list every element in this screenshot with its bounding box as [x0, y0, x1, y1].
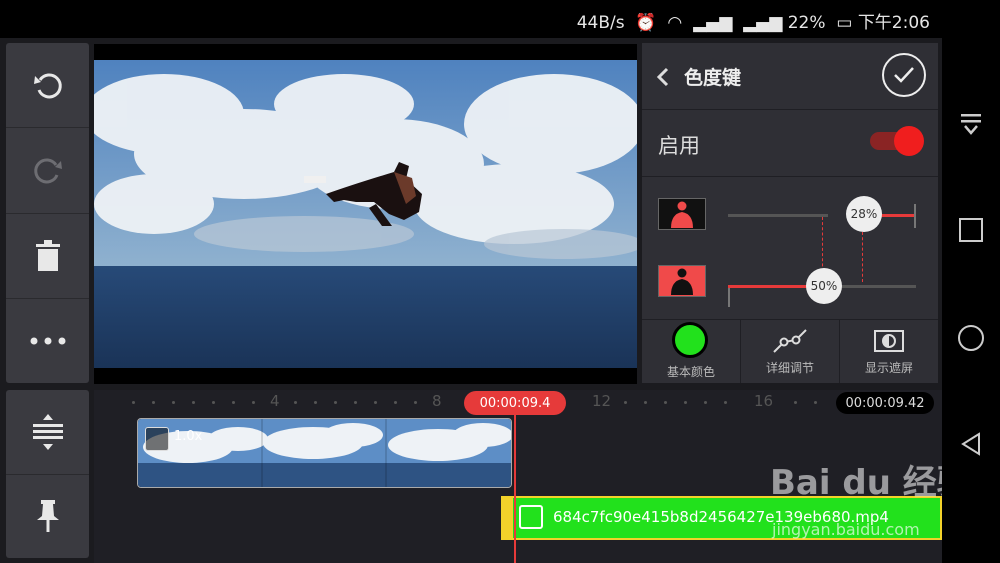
redo-icon [33, 158, 62, 184]
more-button[interactable] [6, 299, 89, 383]
circle-icon [958, 325, 984, 351]
tab-detail-adjust[interactable]: 详细调节 [741, 320, 840, 383]
wifi-icon: ◠ [662, 13, 683, 33]
slider-bottom-value: 50% [810, 279, 838, 293]
enable-toggle[interactable] [870, 126, 924, 156]
ruler-label-16: 16 [754, 392, 774, 410]
signal-icon: ▂▄▆ [687, 13, 733, 33]
slider-top-value: 28% [850, 207, 878, 221]
check-icon [894, 67, 914, 83]
video-clip-1[interactable]: 1.0x [137, 418, 512, 488]
expand-vertical-icon [32, 413, 63, 450]
playhead-time: 00:00:09.4 [464, 391, 566, 415]
tab-basic-color[interactable]: 基本颜色 [642, 320, 741, 383]
notification-pull-button[interactable] [942, 104, 1000, 144]
status-bar: 44B/s ⏰ ◠ ▂▄▆ ▂▄▆ 22% ▭ 下午2:06 [0, 0, 1000, 38]
panel-title: 色度键 [684, 67, 742, 89]
contrast-icon [874, 330, 904, 352]
film-icon-2 [519, 505, 543, 529]
back-chevron-icon[interactable] [656, 67, 670, 87]
slider-bottom-handle[interactable]: 50% [806, 268, 842, 304]
undo-icon [33, 73, 62, 99]
playhead[interactable] [514, 412, 516, 563]
delete-button[interactable] [6, 214, 89, 299]
enable-label: 启用 [658, 134, 700, 158]
color-circle-icon [672, 322, 708, 358]
home-button[interactable] [942, 318, 1000, 358]
battery-percent: 22% [787, 13, 826, 33]
toggle-knob [894, 126, 924, 156]
track-height-button[interactable] [6, 390, 89, 475]
back-button[interactable] [942, 424, 1000, 464]
more-icon [30, 337, 65, 345]
undo-button[interactable] [6, 43, 89, 129]
tab-show-mask[interactable]: 显示遮屏 [840, 320, 938, 383]
square-icon [959, 218, 983, 242]
triangle-back-icon [961, 432, 980, 456]
alarm-icon: ⏰ [630, 13, 657, 33]
battery-icon: ▭ [830, 13, 853, 33]
foreground-icon [658, 198, 706, 230]
pull-down-icon [961, 114, 981, 135]
trash-icon [35, 239, 60, 271]
ruler-label-4: 4 [270, 392, 280, 410]
panel-header: 色度键 [642, 43, 938, 108]
clip-speed: 1.0x [174, 429, 203, 444]
recents-button[interactable] [942, 210, 1000, 250]
signal-icon-2: ▂▄▆ [737, 13, 783, 33]
pin-icon [36, 500, 59, 533]
preview-frame [84, 44, 644, 384]
system-nav-bar [942, 38, 1000, 563]
watermark-url: jingyan.baidu.com [772, 520, 920, 539]
chroma-key-panel: 色度键 启用 28% 50% 基本颜色 详细调节 显示遮屏 [642, 43, 938, 383]
edit-toolbar [6, 43, 89, 383]
network-speed: 44B/s [576, 13, 625, 33]
slider-top-handle[interactable]: 28% [846, 196, 882, 232]
key-sliders: 28% 50% [642, 177, 938, 319]
timeline-toolbar [6, 390, 89, 558]
confirm-button[interactable] [882, 53, 926, 97]
panel-tabs: 基本颜色 详细调节 显示遮屏 [642, 320, 938, 383]
watermark-logo: Bai du 经验 [770, 463, 971, 503]
video-preview[interactable] [84, 44, 644, 384]
film-icon [145, 427, 169, 451]
enable-row: 启用 [642, 110, 938, 176]
ruler-label-8: 8 [432, 392, 442, 410]
pin-button[interactable] [6, 475, 89, 559]
curve-icon [773, 329, 807, 353]
redo-button[interactable] [6, 128, 89, 214]
total-duration: 00:00:09.42 [836, 392, 934, 414]
status-info: 44B/s ⏰ ◠ ▂▄▆ ▂▄▆ 22% ▭ 下午2:06 [577, 8, 930, 33]
ruler-label-12: 12 [592, 392, 612, 410]
background-icon [658, 265, 706, 297]
clock: 下午2:06 [857, 13, 930, 33]
